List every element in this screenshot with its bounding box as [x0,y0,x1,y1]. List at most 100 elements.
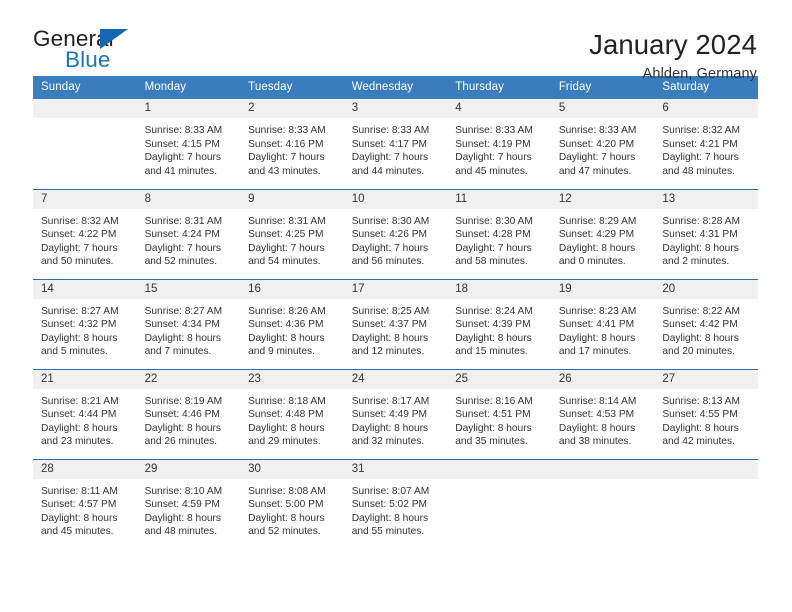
day-cell[interactable]: 7 Sunrise: 8:32 AM Sunset: 4:22 PM Dayli… [33,188,137,279]
day-number: 22 [136,369,241,389]
daylight-text-line1: Daylight: 8 hours [144,422,222,434]
sunset-text: Sunset: 4:44 PM [41,409,117,421]
day-cell[interactable]: 25 Sunrise: 8:16 AM Sunset: 4:51 PM Dayl… [447,368,551,459]
daylight-text-line2: and 47 minutes. [558,165,632,177]
day-cell[interactable]: 10 Sunrise: 8:30 AM Sunset: 4:26 PM Dayl… [343,188,448,279]
daylight-text-line1: Daylight: 7 hours [248,242,325,254]
daylight-text-line1: Daylight: 8 hours [455,422,532,434]
day-details: Sunrise: 8:18 AM Sunset: 4:48 PM Dayligh… [240,389,344,449]
daylight-text-line2: and 17 minutes. [558,346,632,358]
calendar-week-row: 1 Sunrise: 8:33 AM Sunset: 4:15 PM Dayli… [33,99,758,189]
day-cell[interactable]: 28 Sunrise: 8:11 AM Sunset: 4:57 PM Dayl… [33,458,137,549]
day-cell[interactable] [654,458,758,549]
weekday-header-tuesday: Tuesday [240,76,344,99]
day-cell[interactable]: 31 Sunrise: 8:07 AM Sunset: 5:02 PM Dayl… [343,458,448,549]
daylight-text-line1: Daylight: 8 hours [41,422,118,434]
logo-text-blue: Blue [65,47,111,72]
day-cell[interactable]: 29 Sunrise: 8:10 AM Sunset: 4:59 PM Dayl… [136,458,241,549]
day-cell[interactable]: 30 Sunrise: 8:08 AM Sunset: 5:00 PM Dayl… [240,458,344,549]
sunrise-text: Sunrise: 8:33 AM [455,125,533,136]
title-block: January 2024 Ahlden, Germany [589,28,757,82]
day-cell[interactable]: 22 Sunrise: 8:19 AM Sunset: 4:46 PM Dayl… [136,368,241,459]
day-cell[interactable] [550,458,655,549]
day-cell[interactable]: 18 Sunrise: 8:24 AM Sunset: 4:39 PM Dayl… [447,278,551,369]
day-number: 3 [343,99,448,118]
day-cell[interactable]: 1 Sunrise: 8:33 AM Sunset: 4:15 PM Dayli… [136,99,241,189]
sunset-text: Sunset: 4:25 PM [248,229,324,241]
daylight-text-line2: and 32 minutes. [351,436,425,448]
day-details: Sunrise: 8:25 AM Sunset: 4:37 PM Dayligh… [344,299,448,359]
day-cell[interactable]: 23 Sunrise: 8:18 AM Sunset: 4:48 PM Dayl… [240,368,344,459]
sunset-text: Sunset: 4:49 PM [351,409,428,421]
calendar-week-row: 14 Sunrise: 8:27 AM Sunset: 4:32 PM Dayl… [33,278,758,369]
sunrise-text: Sunrise: 8:07 AM [351,485,430,497]
day-number [447,459,551,479]
calendar-week-row: 28 Sunrise: 8:11 AM Sunset: 4:57 PM Dayl… [33,458,758,549]
day-cell[interactable]: 8 Sunrise: 8:31 AM Sunset: 4:24 PM Dayli… [136,188,241,279]
sunrise-text: Sunrise: 8:08 AM [248,485,326,497]
day-details: Sunrise: 8:33 AM Sunset: 4:19 PM Dayligh… [447,118,551,178]
calendar-wrapper: Sunday Monday Tuesday Wednesday Thursday… [0,76,792,549]
daylight-text-line2: and 15 minutes. [455,346,528,358]
daylight-text-line1: Daylight: 8 hours [144,332,222,344]
day-cell[interactable]: 20 Sunrise: 8:22 AM Sunset: 4:42 PM Dayl… [654,278,758,369]
sunset-text: Sunset: 4:31 PM [662,229,738,241]
day-cell[interactable]: 21 Sunrise: 8:21 AM Sunset: 4:44 PM Dayl… [33,368,137,459]
day-number: 12 [550,189,655,209]
day-cell[interactable]: 3 Sunrise: 8:33 AM Sunset: 4:17 PM Dayli… [343,99,448,189]
sunrise-text: Sunrise: 8:28 AM [662,215,740,227]
day-cell[interactable]: 24 Sunrise: 8:17 AM Sunset: 4:49 PM Dayl… [343,368,448,459]
daylight-text-line1: Daylight: 8 hours [558,422,636,434]
day-cell[interactable]: 16 Sunrise: 8:26 AM Sunset: 4:36 PM Dayl… [240,278,344,369]
weekday-header-thursday: Thursday [447,76,551,99]
daylight-text-line1: Daylight: 8 hours [662,422,739,434]
day-cell[interactable]: 4 Sunrise: 8:33 AM Sunset: 4:19 PM Dayli… [447,99,551,189]
daylight-text-line2: and 38 minutes. [558,436,632,448]
day-number: 20 [654,279,758,299]
day-cell[interactable]: 12 Sunrise: 8:29 AM Sunset: 4:29 PM Dayl… [550,188,655,279]
day-number: 26 [550,369,655,389]
day-cell[interactable]: 11 Sunrise: 8:30 AM Sunset: 4:28 PM Dayl… [447,188,551,279]
day-cell[interactable]: 9 Sunrise: 8:31 AM Sunset: 4:25 PM Dayli… [240,188,344,279]
daylight-text-line2: and 29 minutes. [248,436,321,448]
day-number: 2 [240,99,344,118]
day-cell[interactable]: 17 Sunrise: 8:25 AM Sunset: 4:37 PM Dayl… [343,278,448,369]
day-number: 18 [447,279,551,299]
day-cell[interactable] [447,458,551,549]
day-details: Sunrise: 8:19 AM Sunset: 4:46 PM Dayligh… [137,389,241,449]
daylight-text-line1: Daylight: 8 hours [455,332,532,344]
daylight-text-line1: Daylight: 8 hours [248,422,325,434]
sunrise-text: Sunrise: 8:26 AM [248,305,326,317]
day-details: Sunrise: 8:30 AM Sunset: 4:28 PM Dayligh… [447,209,551,269]
sunrise-text: Sunrise: 8:30 AM [351,215,430,227]
day-cell[interactable]: 6 Sunrise: 8:32 AM Sunset: 4:21 PM Dayli… [654,99,758,189]
day-cell[interactable]: 27 Sunrise: 8:13 AM Sunset: 4:55 PM Dayl… [654,368,758,459]
day-number: 17 [343,279,448,299]
day-cell[interactable]: 2 Sunrise: 8:33 AM Sunset: 4:16 PM Dayli… [240,99,344,189]
daylight-text-line2: and 55 minutes. [351,526,425,538]
day-details: Sunrise: 8:11 AM Sunset: 4:57 PM Dayligh… [33,479,137,539]
sunset-text: Sunset: 4:51 PM [455,409,531,421]
day-cell[interactable]: 26 Sunrise: 8:14 AM Sunset: 4:53 PM Dayl… [550,368,655,459]
day-cell[interactable]: 15 Sunrise: 8:27 AM Sunset: 4:34 PM Dayl… [136,278,241,369]
sunset-text: Sunset: 4:29 PM [558,229,635,241]
day-cell[interactable]: 19 Sunrise: 8:23 AM Sunset: 4:41 PM Dayl… [550,278,655,369]
day-details [447,479,551,485]
daylight-text-line2: and 48 minutes. [662,165,735,177]
day-number: 29 [136,459,241,479]
day-details: Sunrise: 8:16 AM Sunset: 4:51 PM Dayligh… [447,389,551,449]
daylight-text-line2: and 5 minutes. [41,346,108,358]
day-cell[interactable] [33,99,137,189]
sunset-text: Sunset: 4:57 PM [41,499,117,511]
sunrise-text: Sunrise: 8:18 AM [248,395,326,407]
day-number: 11 [447,189,551,209]
daylight-text-line2: and 43 minutes. [248,165,321,177]
day-cell[interactable]: 5 Sunrise: 8:33 AM Sunset: 4:20 PM Dayli… [550,99,655,189]
day-cell[interactable]: 13 Sunrise: 8:28 AM Sunset: 4:31 PM Dayl… [654,188,758,279]
sunrise-text: Sunrise: 8:19 AM [144,395,223,407]
daylight-text-line1: Daylight: 8 hours [41,512,118,524]
sunrise-text: Sunrise: 8:11 AM [41,485,118,497]
daylight-text-line1: Daylight: 8 hours [558,332,636,344]
day-cell[interactable]: 14 Sunrise: 8:27 AM Sunset: 4:32 PM Dayl… [33,278,137,369]
sunset-text: Sunset: 4:28 PM [455,229,531,241]
